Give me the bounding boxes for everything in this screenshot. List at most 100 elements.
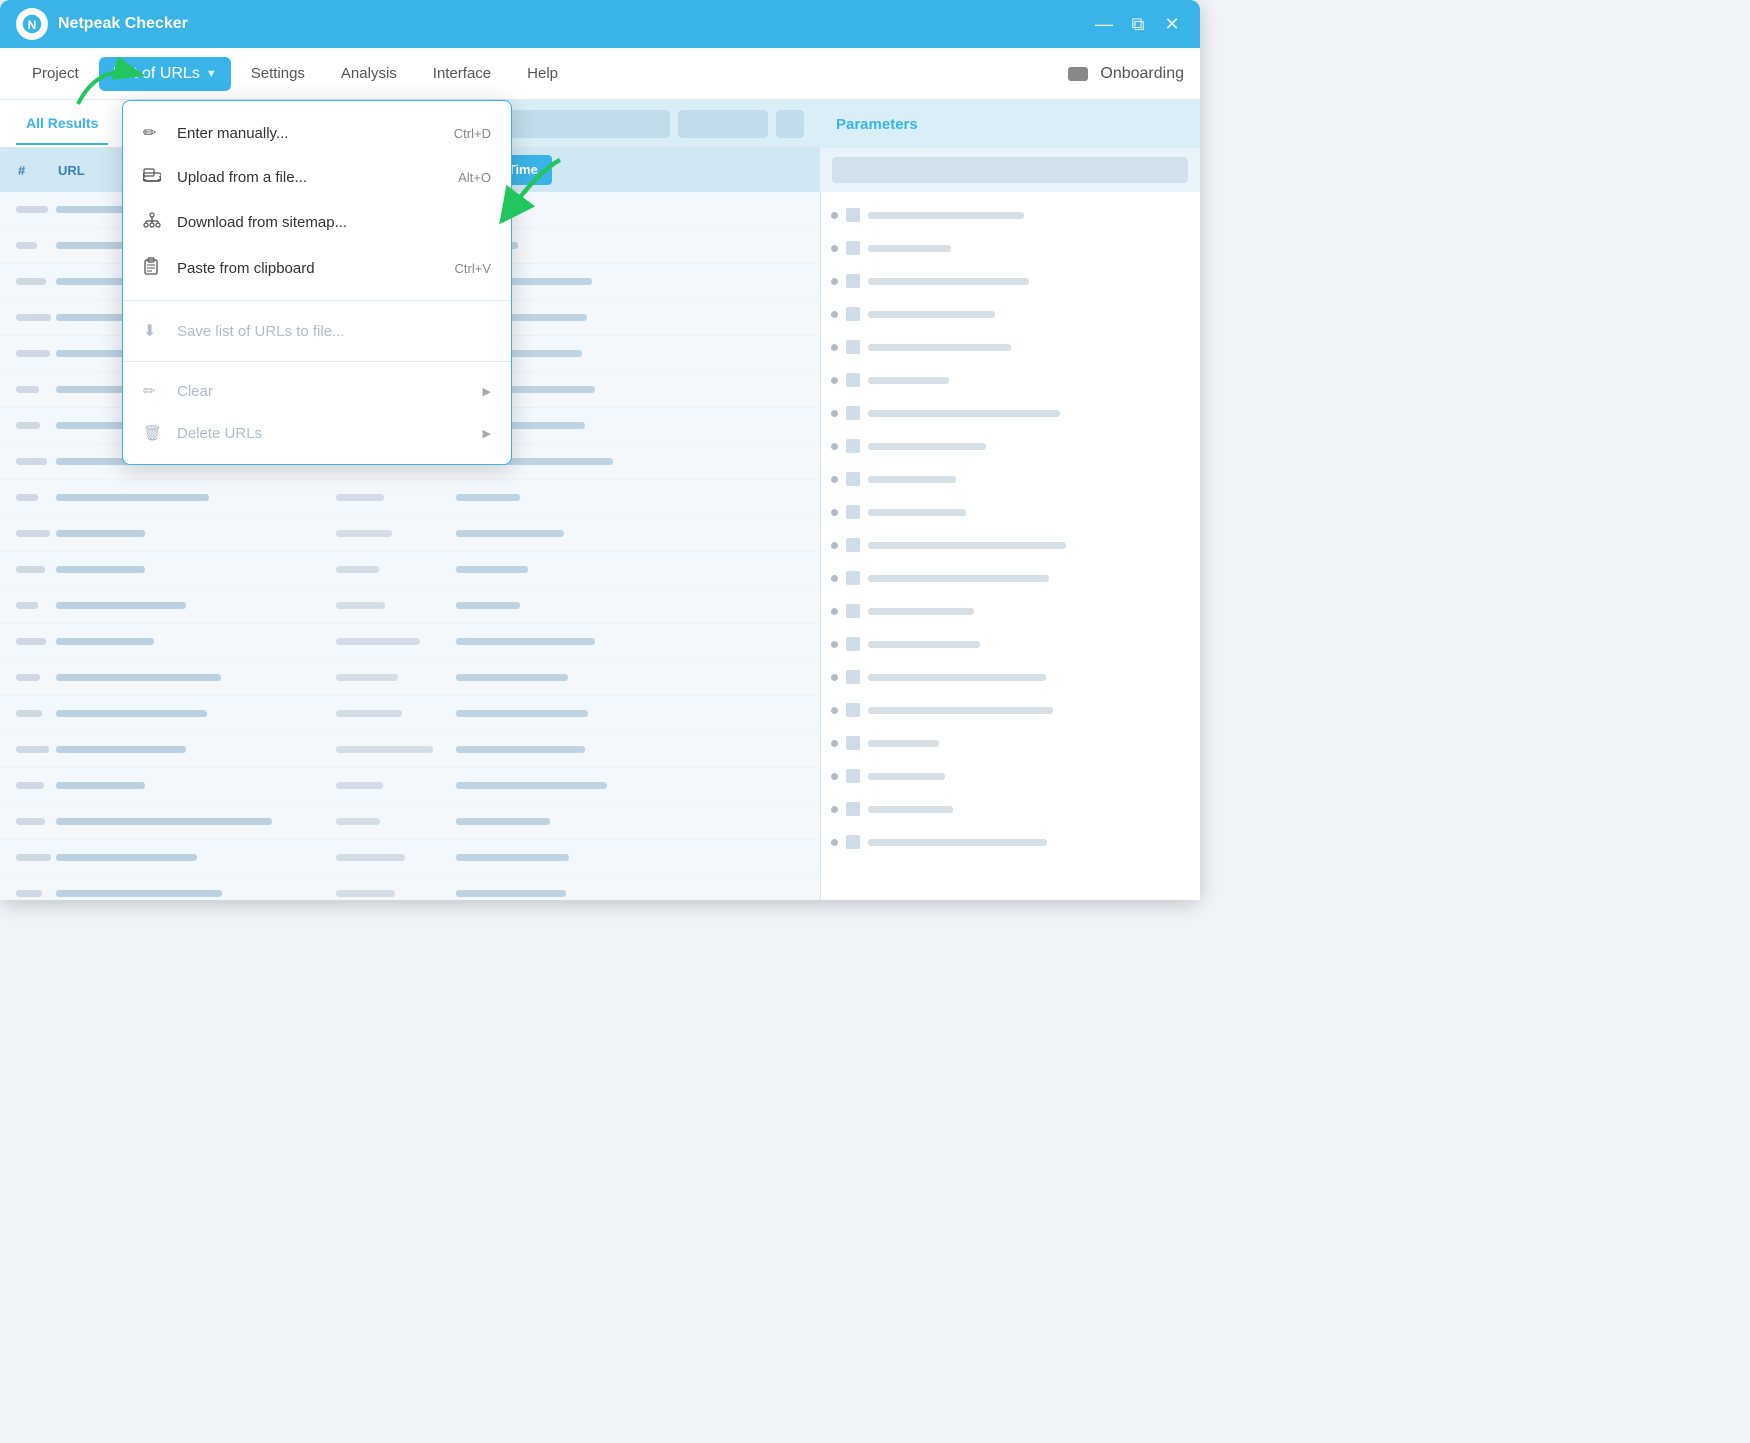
param-checkbox[interactable] — [846, 769, 860, 783]
table-row[interactable] — [0, 732, 820, 768]
right-param-row — [831, 499, 1190, 525]
right-param-row — [831, 268, 1190, 294]
type-placeholder — [336, 638, 420, 645]
param-checkbox[interactable] — [846, 604, 860, 618]
param-checkbox[interactable] — [846, 538, 860, 552]
parameters-title: Parameters — [836, 116, 918, 133]
upload-icon — [143, 167, 165, 188]
settings-button-placeholder[interactable] — [776, 110, 804, 138]
param-checkbox[interactable] — [846, 274, 860, 288]
table-row[interactable] — [0, 516, 820, 552]
param-bar — [868, 542, 1066, 549]
param-bar — [868, 212, 1024, 219]
param-bar — [868, 344, 1011, 351]
param-dot — [831, 839, 838, 846]
menu-help[interactable]: Help — [511, 57, 574, 90]
param-checkbox[interactable] — [846, 802, 860, 816]
response-placeholder — [456, 710, 588, 717]
hash-placeholder — [16, 350, 50, 357]
param-bar — [868, 311, 995, 318]
close-button[interactable]: ✕ — [1160, 14, 1184, 35]
enter-manually-label: Enter manually... — [177, 125, 288, 142]
param-checkbox[interactable] — [846, 340, 860, 354]
dropdown-item-delete-urls: 🗑 Delete URLs ▶ — [123, 412, 511, 454]
table-row[interactable] — [0, 768, 820, 804]
maximize-button[interactable]: ⧉ — [1126, 14, 1150, 35]
param-checkbox[interactable] — [846, 439, 860, 453]
table-row[interactable] — [0, 840, 820, 876]
table-row[interactable] — [0, 660, 820, 696]
right-param-row — [831, 697, 1190, 723]
menu-bar: Project List of URLs ▼ Settings Analysis… — [0, 48, 1200, 100]
save-list-label: Save list of URLs to file... — [177, 323, 345, 340]
hash-placeholder — [16, 206, 48, 213]
url-placeholder — [56, 890, 222, 897]
delete-urls-arrow-icon: ▶ — [483, 427, 491, 440]
hash-placeholder — [16, 566, 45, 573]
param-checkbox[interactable] — [846, 406, 860, 420]
dropdown-section-2: ⬇ Save list of URLs to file... — [123, 305, 511, 357]
right-panel-search — [820, 148, 1200, 192]
param-checkbox[interactable] — [846, 208, 860, 222]
dropdown-item-download-sitemap[interactable]: Download from sitemap... — [123, 200, 511, 245]
tab-all-results[interactable]: All Results — [16, 103, 108, 145]
param-checkbox[interactable] — [846, 670, 860, 684]
table-row[interactable] — [0, 876, 820, 900]
dropdown-item-upload-file[interactable]: Upload from a file... Alt+O — [123, 155, 511, 200]
filter-button-placeholder[interactable] — [678, 110, 768, 138]
param-checkbox[interactable] — [846, 307, 860, 321]
param-dot — [831, 443, 838, 450]
right-search-input[interactable] — [832, 157, 1188, 183]
param-bar — [868, 674, 1046, 681]
param-checkbox[interactable] — [846, 241, 860, 255]
right-param-row — [831, 565, 1190, 591]
right-param-row — [831, 631, 1190, 657]
right-param-row — [831, 796, 1190, 822]
minimize-button[interactable]: — — [1092, 14, 1116, 35]
type-placeholder — [336, 710, 402, 717]
url-placeholder — [56, 854, 197, 861]
param-bar — [868, 575, 1049, 582]
param-dot — [831, 707, 838, 714]
right-parameters-panel — [820, 192, 1200, 900]
table-row[interactable] — [0, 552, 820, 588]
table-row[interactable] — [0, 588, 820, 624]
param-checkbox[interactable] — [846, 505, 860, 519]
param-dot — [831, 212, 838, 219]
hash-placeholder — [16, 242, 37, 249]
dropdown-item-enter-manually[interactable]: ✏ Enter manually... Ctrl+D — [123, 111, 511, 155]
param-checkbox[interactable] — [846, 736, 860, 750]
title-bar: N Netpeak Checker — ⧉ ✕ — [0, 0, 1200, 48]
clipboard-icon — [143, 257, 165, 280]
url-placeholder — [56, 782, 145, 789]
param-checkbox[interactable] — [846, 472, 860, 486]
param-checkbox[interactable] — [846, 637, 860, 651]
table-row[interactable] — [0, 804, 820, 840]
param-checkbox[interactable] — [846, 373, 860, 387]
param-bar — [868, 509, 966, 516]
param-checkbox[interactable] — [846, 835, 860, 849]
menu-analysis[interactable]: Analysis — [325, 57, 413, 90]
table-row[interactable] — [0, 624, 820, 660]
right-param-row — [831, 532, 1190, 558]
table-row[interactable] — [0, 696, 820, 732]
dropdown-item-paste-clipboard[interactable]: Paste from clipboard Ctrl+V — [123, 245, 511, 292]
response-placeholder — [456, 746, 585, 753]
param-checkbox[interactable] — [846, 571, 860, 585]
param-checkbox[interactable] — [846, 703, 860, 717]
app-title: Netpeak Checker — [58, 15, 1092, 33]
menu-project[interactable]: Project — [16, 57, 95, 90]
menu-settings[interactable]: Settings — [235, 57, 321, 90]
pencil-icon: ✏ — [143, 123, 165, 143]
hash-placeholder — [16, 494, 38, 501]
menu-onboarding[interactable]: Onboarding — [1068, 65, 1184, 83]
menu-list-of-urls[interactable]: List of URLs ▼ — [99, 57, 231, 91]
url-placeholder — [56, 494, 209, 501]
menu-interface[interactable]: Interface — [417, 57, 507, 90]
param-dot — [831, 542, 838, 549]
dropdown-menu: ✏ Enter manually... Ctrl+D Upload from a… — [122, 100, 512, 465]
response-placeholder — [456, 494, 520, 501]
table-row[interactable] — [0, 480, 820, 516]
right-param-row — [831, 400, 1190, 426]
right-param-row — [831, 730, 1190, 756]
